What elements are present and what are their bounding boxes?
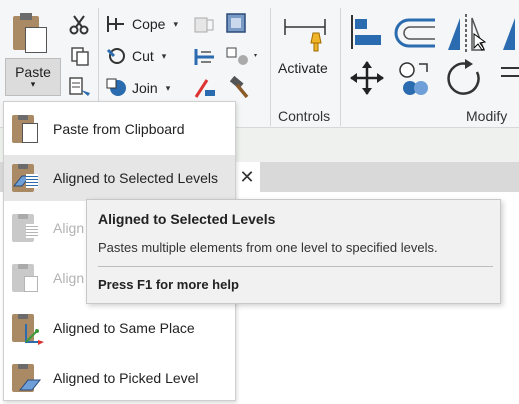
paste-label: Paste — [15, 64, 51, 80]
menu-item-aligned-to-picked-level[interactable]: Aligned to Picked Level — [4, 355, 235, 401]
copy-icon[interactable] — [70, 46, 90, 66]
modify-panel-title: Modify — [466, 108, 508, 124]
paste-caret-icon: ▾ — [30, 79, 36, 89]
cut-geometry-button[interactable]: Cut ▾ — [106, 46, 166, 66]
demolish-icon[interactable] — [225, 46, 259, 68]
cope-button[interactable]: Cope ▾ — [106, 14, 178, 34]
menu-item-label: Paste from Clipboard — [53, 121, 185, 137]
paste-button[interactable]: Paste ▾ — [5, 58, 61, 96]
cut-geometry-icon — [106, 46, 126, 66]
menu-item-aligned-to-same-place[interactable]: Aligned to Same Place — [4, 305, 235, 351]
tooltip-help-hint: Press F1 for more help — [98, 277, 239, 292]
menu-item-label: Aligned to Selected Levels — [53, 170, 218, 186]
join-label: Join — [132, 80, 158, 96]
panel-separator — [270, 8, 271, 126]
move-icon[interactable] — [349, 60, 385, 96]
mirror-draw-axis-icon[interactable] — [499, 14, 519, 54]
chevron-down-icon: ▾ — [165, 82, 171, 93]
wall-joins-icon[interactable] — [193, 46, 217, 68]
copy-elements-icon[interactable] — [395, 60, 435, 98]
aligned-selected-levels-icon — [12, 162, 42, 194]
mirror-pick-axis-icon[interactable] — [444, 14, 488, 54]
join-button[interactable]: Join ▾ — [106, 78, 170, 98]
align-icon[interactable] — [349, 13, 385, 51]
activate-dimensions-icon[interactable] — [283, 13, 327, 55]
aligned-picked-level-icon — [12, 362, 42, 394]
chevron-down-icon: ▾ — [173, 18, 178, 29]
cope-icon — [106, 14, 126, 34]
join-icon — [106, 78, 126, 98]
close-view-tab-button[interactable]: ✕ — [234, 162, 260, 192]
menu-item-label: Align — [53, 220, 85, 236]
rotate-icon[interactable] — [445, 58, 485, 98]
tooltip-divider — [98, 266, 493, 267]
aligned-same-place-icon — [12, 312, 44, 345]
paste-large-icon[interactable] — [13, 13, 49, 53]
aligned-selected-views-icon — [12, 212, 42, 244]
trim-icon[interactable] — [497, 60, 519, 84]
tooltip-description: Pastes multiple elements from one level … — [98, 240, 438, 255]
menu-item-label: Aligned to Picked Level — [53, 370, 199, 386]
cope-label: Cope — [132, 16, 166, 32]
tooltip-title: Aligned to Selected Levels — [98, 211, 276, 227]
match-properties-icon[interactable] — [68, 76, 92, 98]
offset-icon[interactable] — [393, 16, 437, 50]
controls-panel-title: Controls — [278, 108, 331, 124]
menu-item-aligned-to-selected-levels[interactable]: Aligned to Selected Levels — [4, 155, 235, 201]
menu-item-label: Aligned to Same Place — [53, 320, 195, 336]
activate-button[interactable]: Activate — [278, 60, 328, 76]
chevron-down-icon: ▾ — [161, 50, 167, 61]
cut-label: Cut — [132, 48, 154, 64]
tooltip: Aligned to Selected Levels Pastes multip… — [86, 199, 501, 304]
menu-item-label: Align — [53, 270, 85, 286]
aligned-current-view-icon — [12, 262, 42, 294]
split-face-icon[interactable] — [193, 14, 215, 36]
cut-scissors-icon[interactable] — [68, 14, 90, 36]
linework-icon[interactable] — [193, 76, 217, 100]
menu-item-paste-from-clipboard[interactable]: Paste from Clipboard — [4, 106, 235, 152]
panel-separator — [340, 8, 341, 126]
paste-clipboard-icon — [12, 113, 42, 145]
paint-icon[interactable] — [224, 12, 250, 36]
hammer-icon[interactable] — [227, 75, 251, 100]
